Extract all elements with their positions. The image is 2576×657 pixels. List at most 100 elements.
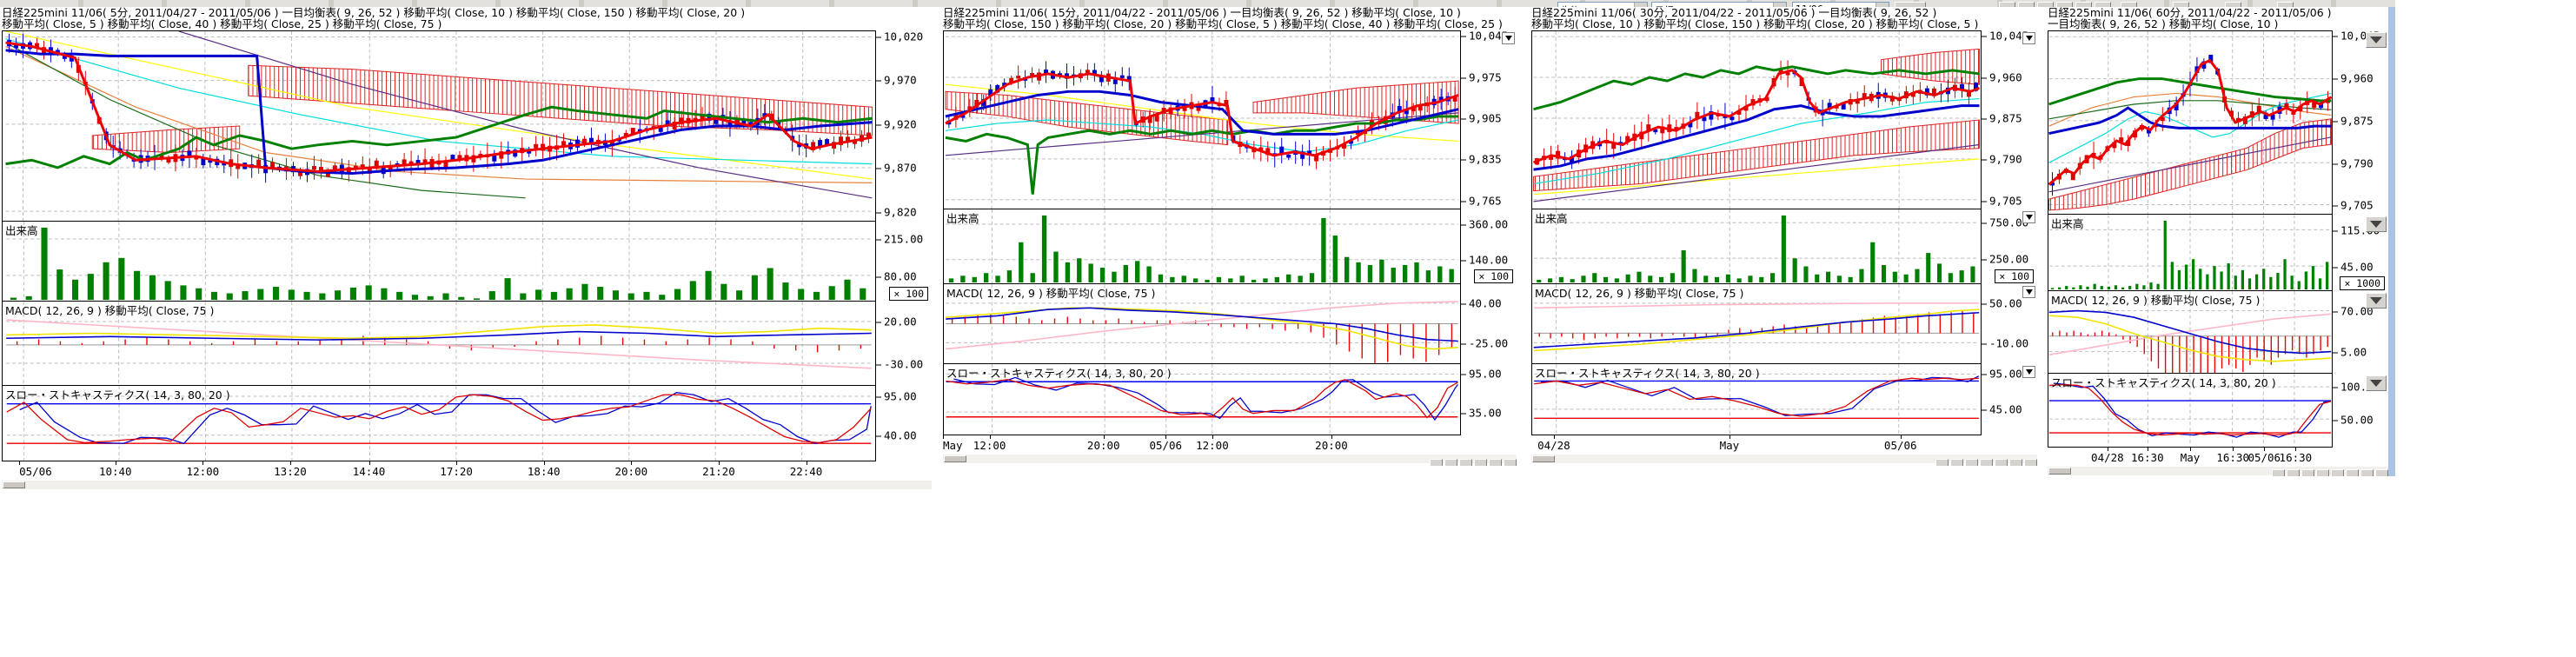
- axis-tick-label: 9,875: [2333, 114, 2374, 127]
- time-tick-label: 16:30: [2131, 451, 2164, 464]
- axis-tick-label: 35.00: [1461, 406, 1502, 419]
- time-tick-label: 16:30: [2216, 451, 2249, 464]
- pane-menu-button[interactable]: [2022, 286, 2035, 298]
- macd-axis: 50.00-10.00: [1982, 284, 2037, 364]
- price-pane: 10,0459,9609,8759,7909,705: [1531, 30, 2037, 209]
- time-tick-label: 05/06: [2247, 451, 2281, 464]
- volume-pane: 出来高 × 1000 115.0045.00: [2048, 215, 2388, 291]
- price-chart[interactable]: [2048, 30, 2333, 215]
- pane-menu-button[interactable]: [1502, 32, 1515, 44]
- price-axis: 10,0209,9709,9209,8709,820: [876, 30, 932, 222]
- volume-chart[interactable]: [2, 222, 876, 302]
- stochastics-axis: 100.0050.00: [2333, 374, 2388, 448]
- volume-chart[interactable]: [943, 209, 1461, 284]
- volume-label: 出来高: [5, 222, 38, 238]
- volume-pane: 出来高 × 100 750.00250.00: [1531, 209, 2037, 284]
- axis-tick-label: 9,960: [2333, 72, 2374, 85]
- chart-window-5min: 日経225mini 11/06( 5分, 2011/04/27 - 2011/0…: [2, 7, 932, 494]
- time-tick-label: 12:00: [1196, 439, 1229, 452]
- price-axis: 10,0459,9759,9059,8359,765: [1461, 30, 1517, 209]
- price-pane: 10,0459,9609,8759,7909,705: [2048, 30, 2388, 215]
- time-axis: May12:0020:0005/0612:0020:00: [943, 435, 1517, 453]
- bottom-button-row[interactable]: [1934, 458, 2037, 466]
- volume-multiplier-badge: × 100: [889, 287, 928, 301]
- axis-tick-label: 95.00: [1982, 368, 2022, 381]
- chart-window-60min: 日経225mini 11/06( 60分, 2011/04/22 - 2011/…: [2048, 7, 2388, 476]
- axis-tick-label: 45.00: [1982, 403, 2022, 416]
- axis-tick-label: 9,870: [876, 162, 917, 175]
- chart-title: 日経225mini 11/06( 5分, 2011/04/27 - 2011/0…: [2, 7, 932, 30]
- price-chart[interactable]: [943, 30, 1461, 209]
- pane-dropdown-button[interactable]: [2366, 375, 2387, 391]
- macd-axis: 70.005.00: [2333, 291, 2388, 374]
- macd-label: MACD( 12, 26, 9 ) 移動平均( Close, 75 ): [1535, 284, 1743, 301]
- volume-axis: × 100 360.00140.00: [1461, 209, 1517, 284]
- chart-title: 日経225mini 11/06( 60分, 2011/04/22 - 2011/…: [2048, 7, 2388, 30]
- stochastics-axis: 95.00 45.00: [1982, 364, 2037, 435]
- volume-chart[interactable]: [1531, 209, 1982, 284]
- axis-tick-label: 20.00: [876, 315, 917, 328]
- axis-tick-label: 9,790: [1982, 153, 2022, 166]
- pane-dropdown-button[interactable]: [2366, 216, 2387, 232]
- stochastics-label: スロー・ストキャスティクス( 14, 3, 80, 20 ): [1535, 364, 1760, 381]
- chart-title-line2: 一目均衡表( 9, 26, 52 ) 移動平均( Close, 10 ): [2048, 18, 2388, 30]
- price-pane: 10,0209,9709,9209,8709,820: [2, 30, 932, 222]
- chart-window-30min: 日経225mini 11/06( 30分, 2011/04/22 - 2011/…: [1531, 7, 2037, 466]
- price-chart[interactable]: [1531, 30, 1982, 209]
- time-tick-label: 10:40: [99, 465, 132, 478]
- pane-menu-button[interactable]: [2022, 211, 2035, 223]
- axis-tick-label: 9,820: [876, 206, 917, 219]
- stochastics-pane: スロー・ストキャスティクス( 14, 3, 80, 20 ) 95.0040.0…: [2, 386, 932, 461]
- window-edge-strip: [2388, 7, 2395, 476]
- stochastics-axis: 95.00 35.00: [1461, 364, 1517, 435]
- bottom-button-row[interactable]: [1428, 458, 1517, 466]
- horizontal-scrollbar[interactable]: [2, 481, 932, 489]
- axis-tick-label: 50.00: [2333, 413, 2374, 426]
- chart-title: 日経225mini 11/06( 30分, 2011/04/22 - 2011/…: [1531, 7, 2037, 30]
- pane-dropdown-button[interactable]: [2366, 32, 2387, 48]
- chart-title-line2: 移動平均( Close, 5 ) 移動平均( Close, 40 ) 移動平均(…: [2, 18, 932, 30]
- pane-menu-button[interactable]: [2022, 32, 2035, 44]
- axis-tick-label: -25.00: [1461, 337, 1508, 350]
- price-chart[interactable]: [2, 30, 876, 222]
- axis-tick-label: 95.00: [1461, 368, 1502, 381]
- volume-axis: × 1000 115.0045.00: [2333, 215, 2388, 291]
- time-tick-label: May: [2181, 451, 2201, 464]
- scrollbar-thumb[interactable]: [3, 481, 25, 488]
- axis-tick-label: 9,970: [876, 74, 917, 87]
- macd-axis: 20.00 -30.00: [876, 302, 932, 386]
- axis-tick-label: 9,835: [1461, 153, 1502, 166]
- scrollbar-thumb[interactable]: [1532, 455, 1555, 462]
- time-axis: 04/28May05/06: [1531, 435, 2037, 453]
- volume-chart[interactable]: [2048, 215, 2333, 291]
- chart-title-line2: 移動平均( Close, 10 ) 移動平均( Close, 150 ) 移動平…: [1531, 18, 2037, 30]
- time-tick-label: 12:00: [973, 439, 1006, 452]
- stochastics-axis: 95.0040.00: [876, 386, 932, 461]
- time-tick-label: 05/06: [1149, 439, 1182, 452]
- axis-tick-label: -10.00: [1982, 337, 2028, 350]
- bottom-button-row[interactable]: [2270, 468, 2388, 476]
- time-tick-label: 16:30: [2280, 451, 2313, 464]
- time-tick-label: 05/06: [19, 465, 52, 478]
- scrollbar-thumb[interactable]: [2048, 468, 2071, 474]
- macd-label: MACD( 12, 26, 9 ) 移動平均( Close, 75 ): [5, 302, 214, 318]
- macd-axis: 40.00-25.00: [1461, 284, 1517, 364]
- volume-multiplier-badge: × 1000: [2340, 276, 2385, 290]
- macd-pane: MACD( 12, 26, 9 ) 移動平均( Close, 75 ) 20.0…: [2, 302, 932, 386]
- pane-menu-button[interactable]: [2022, 366, 2035, 378]
- axis-tick-label: 360.00: [1461, 218, 1508, 231]
- app-toolbar-sliver: 先物 日経225mini 11/06: [0, 0, 2395, 7]
- price-pane: 10,0459,9759,9059,8359,765: [943, 30, 1517, 209]
- axis-tick-label: 9,705: [2333, 199, 2374, 212]
- price-axis: 10,0459,9609,8759,7909,705: [2333, 30, 2388, 215]
- axis-tick-label: 140.00: [1461, 254, 1508, 267]
- macd-pane: MACD( 12, 26, 9 ) 移動平均( Close, 75 ) 50.0…: [1531, 284, 2037, 364]
- volume-axis: × 100 750.00250.00: [1982, 209, 2037, 284]
- time-tick-label: May: [943, 439, 963, 452]
- pane-dropdown-button[interactable]: [2366, 293, 2387, 309]
- axis-tick-label: -30.00: [876, 357, 923, 370]
- axis-tick-label: 9,765: [1461, 194, 1502, 207]
- time-tick-label: 13:20: [274, 465, 307, 478]
- axis-tick-label: 5.00: [2333, 346, 2367, 359]
- scrollbar-thumb[interactable]: [944, 455, 966, 462]
